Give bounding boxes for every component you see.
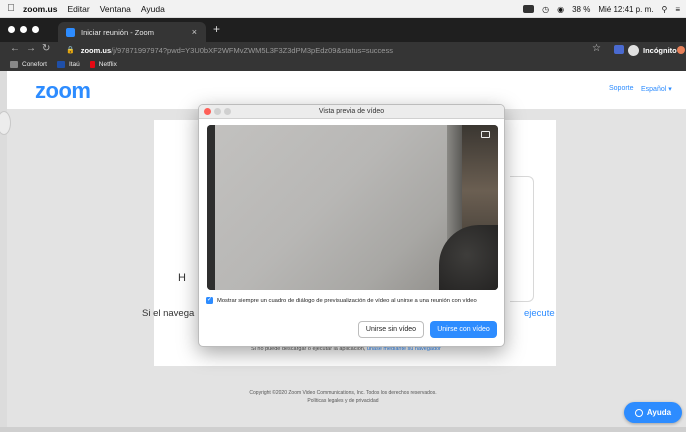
always-show-preview-label: Mostrar siempre un cuadro de diálogo de … bbox=[217, 297, 477, 304]
tab-title: Iniciar reunión - Zoom bbox=[81, 27, 154, 37]
launch-link-right[interactable]: ejecute bbox=[524, 308, 555, 319]
language-selector[interactable]: Español ▾ bbox=[641, 85, 672, 93]
bookmark-star-icon[interactable]: ☆ bbox=[592, 43, 601, 54]
bookmark-netflix[interactable]: Netflix bbox=[89, 61, 117, 68]
menu-ventana[interactable]: Ventana bbox=[100, 4, 131, 14]
bookmark-itau[interactable]: Itaú bbox=[56, 61, 80, 68]
incognito-badge[interactable]: Incógnito bbox=[628, 43, 677, 57]
video-preview-dialog: Vista previa de vídeo ✓ Mostrar siempre … bbox=[198, 104, 505, 347]
chat-bubble-icon bbox=[634, 408, 643, 417]
url-field[interactable]: 🔒 zoom.us /j/97871997974?pwd=Y3U0bXF2WFM… bbox=[66, 44, 393, 56]
battery-text[interactable]: 38 % bbox=[572, 5, 590, 14]
itau-icon bbox=[56, 61, 65, 68]
copyright-footer: Copyright ©2020 Zoom Video Communication… bbox=[0, 389, 686, 405]
bookmark-conefort[interactable]: Conefort bbox=[10, 61, 47, 68]
control-center-icon[interactable]: ≡ bbox=[675, 5, 680, 14]
menu-app-name[interactable]: zoom.us bbox=[23, 4, 57, 14]
bookmarks-bar: Conefort Itaú Netflix bbox=[0, 58, 686, 71]
support-link[interactable]: Soporte bbox=[609, 85, 634, 92]
help-button[interactable]: Ayuda bbox=[624, 402, 682, 423]
dialog-close-dot[interactable] bbox=[204, 108, 211, 115]
incognito-label: Incógnito bbox=[643, 45, 677, 55]
extension-icon[interactable] bbox=[614, 45, 624, 54]
profile-menu-icon[interactable] bbox=[677, 46, 685, 54]
folder-icon bbox=[10, 61, 18, 68]
help-label: Ayuda bbox=[646, 408, 672, 417]
zoom-favicon-icon bbox=[66, 27, 75, 37]
dialog-zoom-dot bbox=[224, 108, 231, 115]
url-path: /j/97871997974?pwd=Y3U0bXF2WFMvZWM5L3F3Z… bbox=[111, 45, 393, 55]
zoom-logo[interactable]: zoom bbox=[35, 78, 91, 104]
netflix-icon bbox=[89, 61, 95, 68]
bookmark-label: Netflix bbox=[98, 61, 117, 68]
lock-icon[interactable]: 🔒 bbox=[66, 46, 75, 54]
join-without-video-button[interactable]: Unirse sin vídeo bbox=[358, 321, 424, 338]
sidebar-handle[interactable] bbox=[0, 111, 11, 135]
menu-editar[interactable]: Editar bbox=[67, 4, 89, 14]
bookmark-label: Itaú bbox=[68, 61, 80, 68]
join-with-video-button[interactable]: Unirse con vídeo bbox=[430, 321, 497, 338]
reload-icon[interactable]: ↻ bbox=[42, 43, 50, 54]
wifi-icon[interactable]: ◉ bbox=[557, 5, 564, 14]
always-show-preview-checkbox[interactable]: ✓ bbox=[206, 297, 213, 304]
url-host: zoom.us bbox=[80, 45, 112, 55]
launch-text-left: Si el navega bbox=[142, 308, 195, 319]
copyright-text: Copyright ©2020 Zoom Video Communication… bbox=[249, 390, 437, 396]
always-show-preview-row[interactable]: ✓ Mostrar siempre un cuadro de diálogo d… bbox=[206, 297, 477, 304]
dialog-minimize-dot bbox=[214, 108, 221, 115]
macos-menubar:  zoom.us Editar Ventana Ayuda ◷ ◉ 38 % … bbox=[0, 0, 686, 18]
close-window-dot[interactable] bbox=[8, 26, 15, 33]
forward-icon[interactable]: → bbox=[26, 43, 36, 54]
background-panel bbox=[510, 176, 534, 302]
dialog-title: Vista previa de vídeo bbox=[318, 108, 385, 115]
launch-heading-fragment: H bbox=[178, 272, 186, 284]
tab-iniciar-reunion[interactable]: Iniciar reunión - Zoom × bbox=[58, 22, 206, 42]
picture-in-picture-icon[interactable] bbox=[481, 131, 490, 138]
preview-wall bbox=[215, 125, 465, 290]
address-bar: ← → ↻ 🔒 zoom.us /j/97871997974?pwd=Y3U0b… bbox=[0, 42, 686, 58]
legal-link[interactable]: Políticas legales y de privacidad bbox=[0, 397, 686, 405]
clock-text[interactable]: Mié 12:41 p. m. bbox=[598, 5, 653, 14]
camera-preview bbox=[207, 125, 498, 290]
status-area: ◷ ◉ 38 % Mié 12:41 p. m. ⚲ ≡ bbox=[523, 0, 680, 18]
incognito-icon bbox=[628, 44, 639, 56]
menu-ayuda[interactable]: Ayuda bbox=[141, 4, 165, 14]
minimize-window-dot[interactable] bbox=[20, 26, 27, 33]
apple-icon[interactable]:  bbox=[3, 3, 19, 14]
dialog-titlebar: Vista previa de vídeo bbox=[199, 105, 504, 119]
back-icon[interactable]: ← bbox=[10, 43, 20, 54]
clock-history-icon[interactable]: ◷ bbox=[542, 5, 549, 14]
tab-bar: Iniciar reunión - Zoom × + bbox=[0, 18, 686, 42]
new-tab-icon[interactable]: + bbox=[213, 22, 220, 36]
search-icon[interactable]: ⚲ bbox=[661, 5, 667, 14]
menubar-app-icon[interactable] bbox=[523, 5, 535, 13]
close-tab-icon[interactable]: × bbox=[192, 27, 197, 37]
bookmark-label: Conefort bbox=[22, 61, 47, 68]
zoom-window-dot[interactable] bbox=[32, 26, 39, 33]
page-bottom-edge bbox=[0, 427, 686, 432]
